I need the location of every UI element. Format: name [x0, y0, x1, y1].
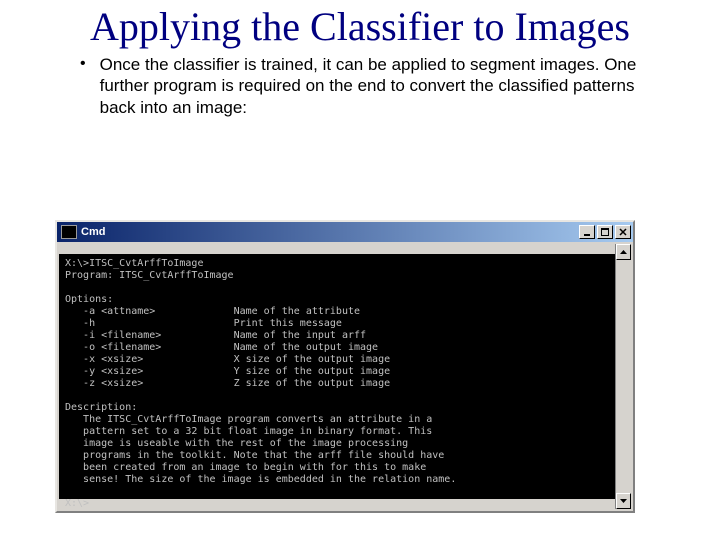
maximize-button[interactable]	[597, 225, 613, 239]
cmd-titlebar: Cmd	[57, 222, 633, 242]
scrollbar[interactable]	[615, 244, 631, 509]
bullet-marker: •	[80, 54, 86, 74]
slide: Applying the Classifier to Images • Once…	[0, 0, 720, 540]
bullet-item: • Once the classifier is trained, it can…	[80, 54, 650, 118]
close-button[interactable]	[615, 225, 631, 239]
cmd-output: X:\>ITSC_CvtArffToImage Program: ITSC_Cv…	[59, 254, 631, 499]
cmd-system-icon[interactable]	[61, 225, 77, 239]
bullet-text: Once the classifier is trained, it can b…	[100, 54, 650, 118]
window-controls	[579, 225, 631, 239]
cmd-title-text: Cmd	[81, 226, 579, 238]
slide-title: Applying the Classifier to Images	[0, 0, 720, 50]
minimize-button[interactable]	[579, 225, 595, 239]
bullet-block: • Once the classifier is trained, it can…	[0, 50, 720, 118]
scroll-down-button[interactable]	[616, 493, 631, 509]
cmd-window: Cmd X:\>ITSC_CvtArffToImage Program: ITS…	[55, 220, 635, 513]
scroll-up-button[interactable]	[616, 244, 631, 260]
